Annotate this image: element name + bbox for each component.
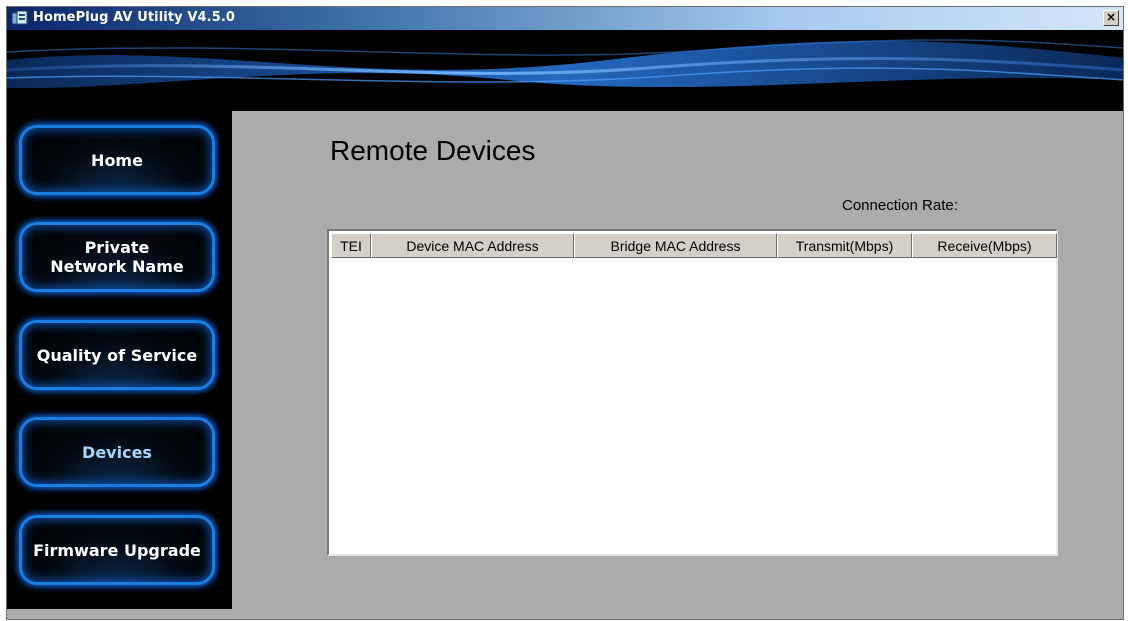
header-banner bbox=[7, 30, 1123, 111]
remote-devices-table[interactable]: TEI Device MAC Address Bridge MAC Addres… bbox=[327, 229, 1058, 556]
nav-firmware-upgrade-button[interactable]: Firmware Upgrade bbox=[19, 515, 215, 585]
nav-quality-of-service-button[interactable]: Quality of Service bbox=[19, 320, 215, 390]
nav-home-label: Home bbox=[91, 150, 143, 170]
banner-waves bbox=[7, 30, 1123, 111]
nav-private-network-name-button[interactable]: Private Network Name bbox=[19, 222, 215, 292]
column-header-receive[interactable]: Receive(Mbps) bbox=[912, 233, 1057, 258]
page-title: Remote Devices bbox=[330, 135, 536, 166]
app-icon bbox=[12, 11, 28, 25]
nav-devices-label: Devices bbox=[82, 442, 152, 462]
table-body[interactable] bbox=[331, 258, 1054, 552]
nav-home-button[interactable]: Home bbox=[19, 125, 215, 195]
sidebar: Home Private Network Name Quality of Ser… bbox=[7, 111, 232, 609]
column-header-tei[interactable]: TEI bbox=[331, 233, 371, 258]
nav-private-network-name-label: Private Network Name bbox=[50, 238, 184, 276]
nav-firmware-upgrade-label: Firmware Upgrade bbox=[33, 540, 201, 560]
nav-devices-button[interactable]: Devices bbox=[19, 417, 215, 487]
title-bar[interactable]: HomePlug AV Utility V4.5.0 × bbox=[7, 7, 1123, 30]
column-header-bridge-mac[interactable]: Bridge MAC Address bbox=[574, 233, 777, 258]
nav-quality-of-service-label: Quality of Service bbox=[36, 345, 198, 365]
close-icon: × bbox=[1105, 10, 1117, 24]
main-content: Remote Devices Connection Rate: TEI Devi… bbox=[232, 111, 1123, 619]
table-header: TEI Device MAC Address Bridge MAC Addres… bbox=[331, 233, 1057, 258]
close-button[interactable]: × bbox=[1103, 10, 1119, 26]
app-window: HomePlug AV Utility V4.5.0 × Home Privat… bbox=[6, 6, 1124, 620]
column-header-device-mac[interactable]: Device MAC Address bbox=[371, 233, 574, 258]
column-header-transmit[interactable]: Transmit(Mbps) bbox=[777, 233, 912, 258]
window-title: HomePlug AV Utility V4.5.0 bbox=[33, 10, 236, 25]
connection-rate-label: Connection Rate: bbox=[842, 197, 958, 214]
